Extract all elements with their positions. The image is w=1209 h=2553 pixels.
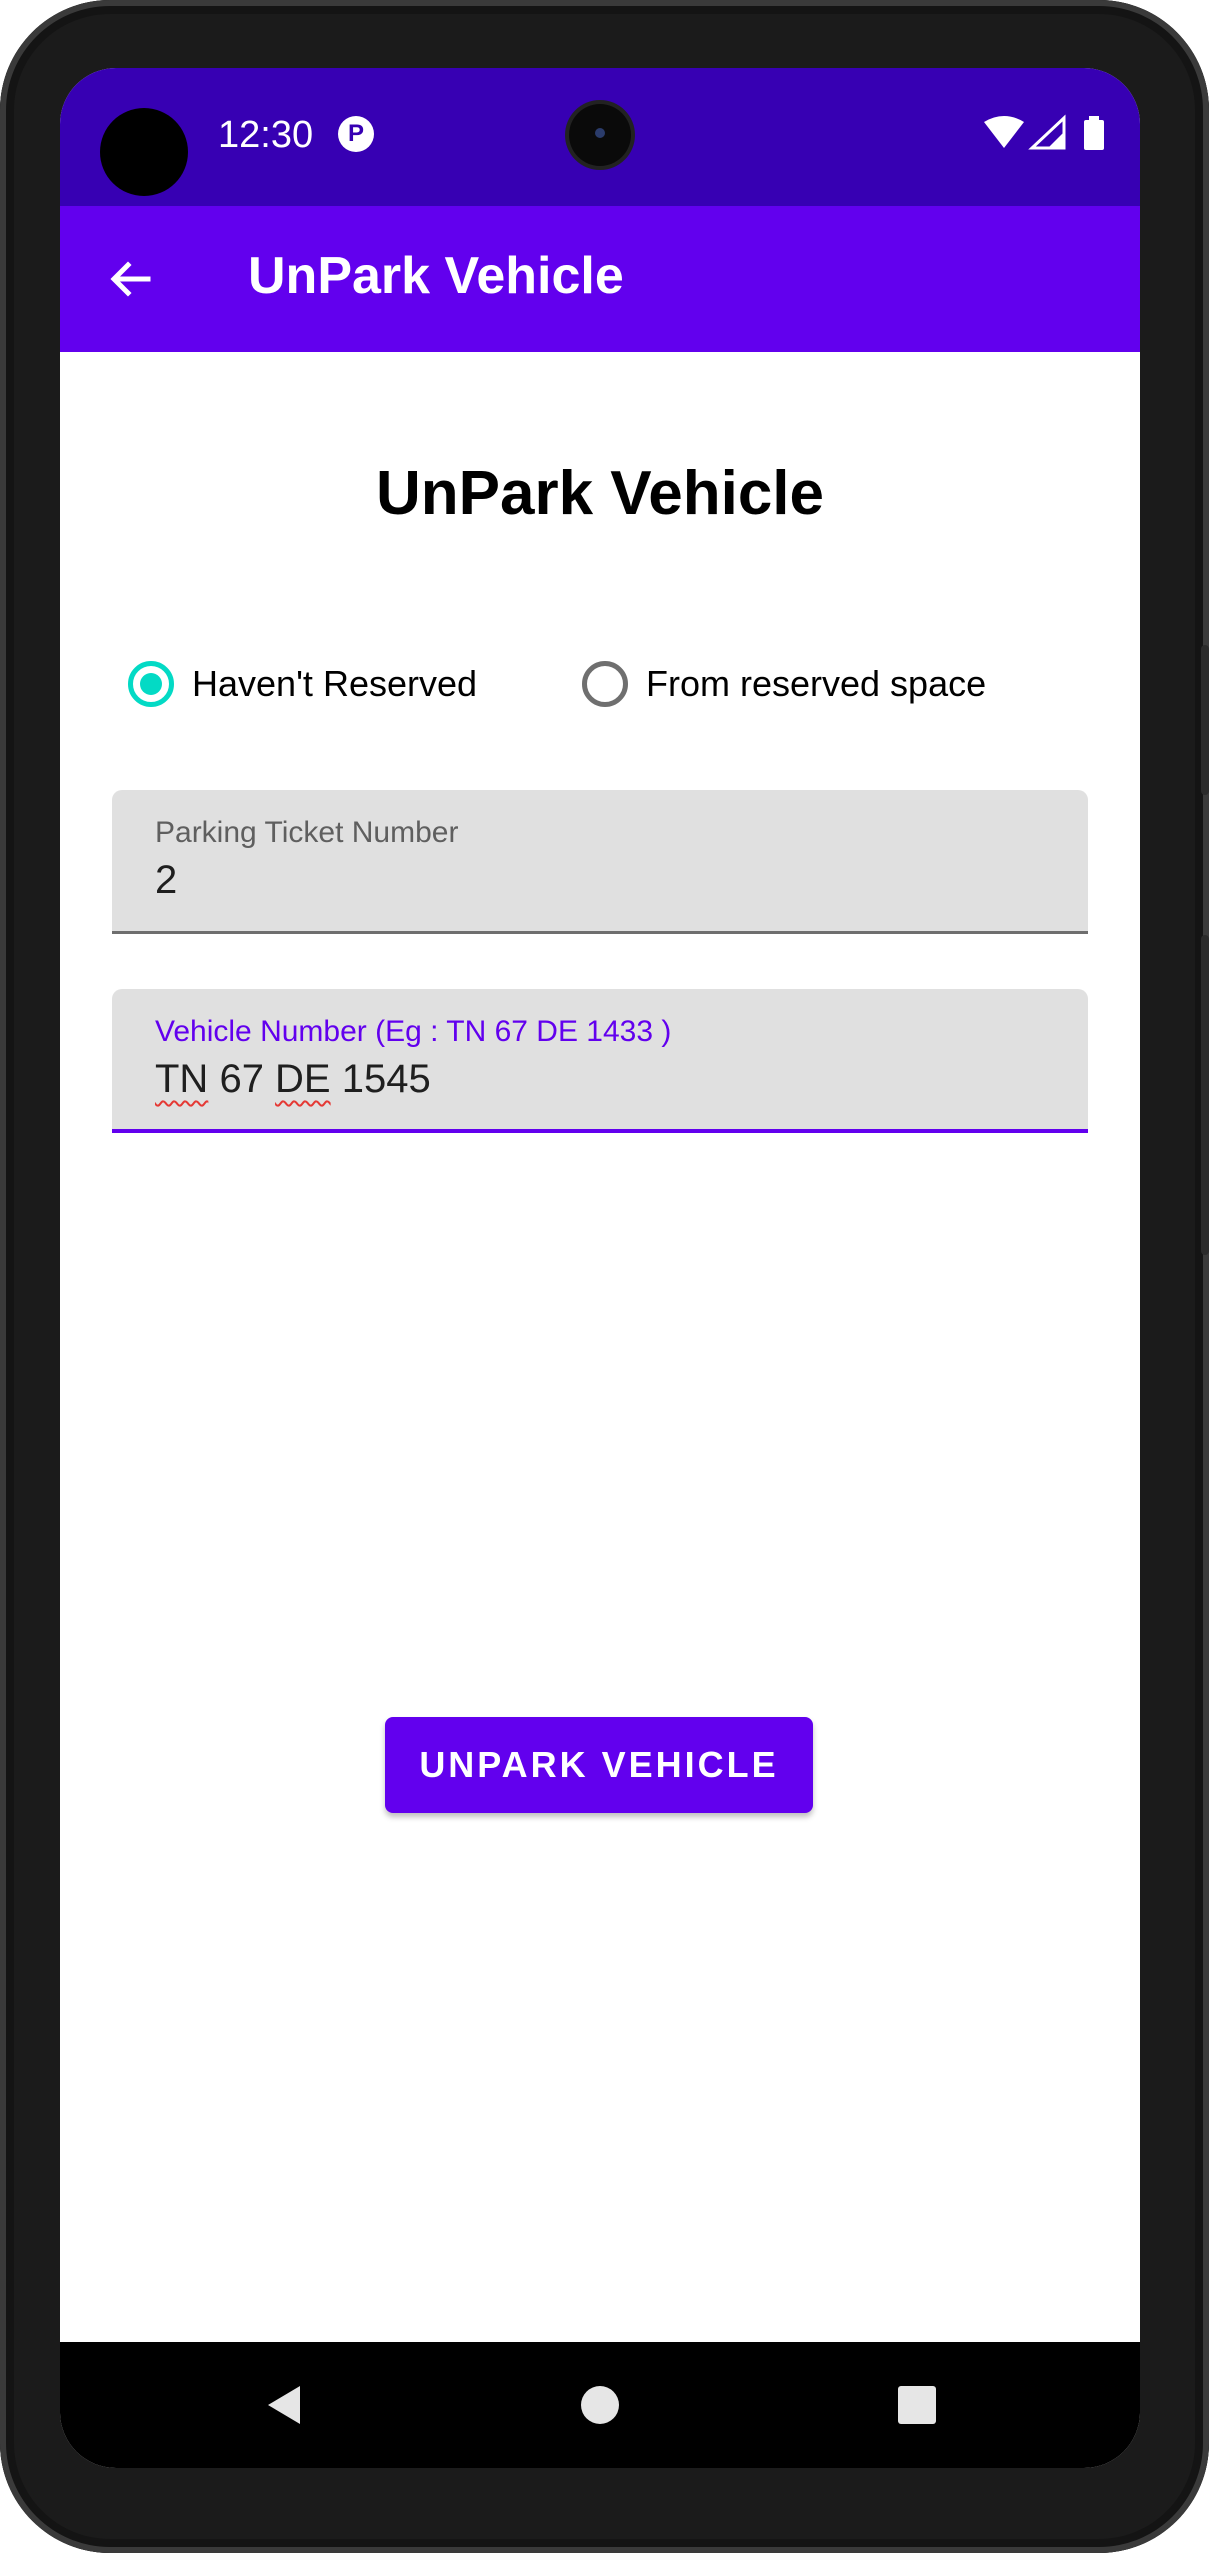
navigation-bar <box>60 2342 1140 2468</box>
battery-icon <box>1084 120 1104 150</box>
parking-ticket-value: 2 <box>155 858 178 902</box>
radio-label: Haven't Reserved <box>192 663 478 704</box>
radio-havent-reserved[interactable]: Haven't Reserved <box>128 634 477 734</box>
status-icons <box>984 114 1104 150</box>
power-button <box>1201 645 1209 795</box>
punch-hole <box>100 108 188 196</box>
value-part: 1545 <box>330 1057 431 1101</box>
front-camera <box>569 104 631 166</box>
app-bar: UnPark Vehicle <box>60 206 1140 352</box>
back-button[interactable] <box>90 239 170 319</box>
reservation-radio-group: Haven't Reserved From reserved space <box>60 634 1140 734</box>
status-bar: 12:30 P <box>60 68 1140 206</box>
volume-button <box>1201 935 1209 1255</box>
radio-checked-icon <box>128 661 174 707</box>
radio-label: From reserved space <box>646 663 987 704</box>
value-part: 67 <box>208 1057 276 1101</box>
arrow-back-icon <box>110 261 151 297</box>
radio-unchecked-icon <box>582 661 628 707</box>
parking-ticket-label: Parking Ticket Number <box>155 816 459 849</box>
unpark-vehicle-button[interactable]: UNPARK VEHICLE <box>385 1717 813 1813</box>
status-time: 12:30 <box>218 114 314 156</box>
app-bar-title: UnPark Vehicle <box>248 247 624 305</box>
misspelled-word: DE <box>275 1057 331 1101</box>
nav-recents-icon[interactable] <box>892 2380 942 2430</box>
nav-home-icon[interactable] <box>575 2380 625 2430</box>
nav-back-icon[interactable] <box>260 2380 310 2430</box>
parking-ticket-field[interactable]: Parking Ticket Number 2 <box>112 790 1088 934</box>
device-frame: 12:30 P UnPark Vehicle UnPark Vehicle Ha… <box>0 0 1209 2553</box>
vehicle-number-field[interactable]: Vehicle Number (Eg : TN 67 DE 1433 ) TN … <box>112 989 1088 1133</box>
misspelled-word: TN <box>155 1057 209 1101</box>
page-title: UnPark Vehicle <box>375 459 825 528</box>
app-notification-icon: P <box>338 116 374 152</box>
screen: 12:30 P UnPark Vehicle UnPark Vehicle Ha… <box>60 68 1140 2468</box>
vehicle-number-value: TN 67 DE 1545 <box>155 1057 431 1102</box>
vehicle-number-label: Vehicle Number (Eg : TN 67 DE 1433 ) <box>155 1015 672 1048</box>
radio-from-reserved-space[interactable]: From reserved space <box>582 634 986 734</box>
wifi-icon <box>984 116 1024 148</box>
